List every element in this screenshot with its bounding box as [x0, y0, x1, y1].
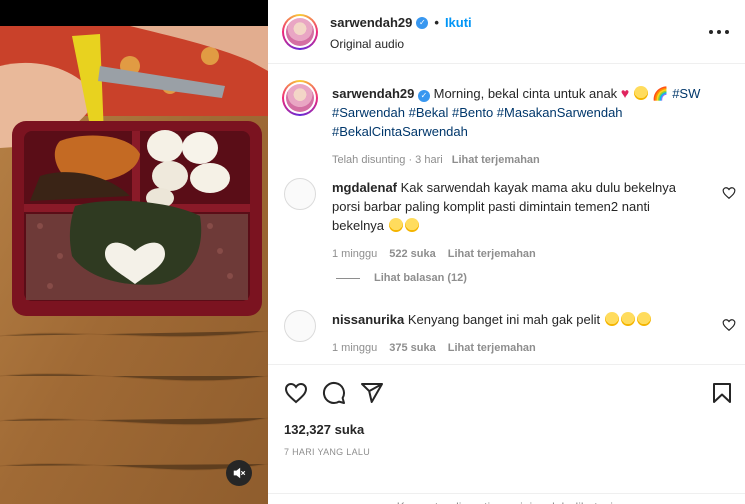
commenter-username[interactable]: mgdalenaf — [332, 180, 397, 195]
likes-count[interactable]: 132,327 suka — [284, 422, 364, 437]
caption-username[interactable]: sarwendah29 — [332, 86, 414, 101]
comment-likes[interactable]: 375 suka — [389, 339, 435, 358]
caption-body: sarwendah29 ✓ Morning, bekal cinta untuk… — [332, 84, 732, 170]
caption-meta: Telah disunting · 3 hari Lihat terjemaha… — [332, 151, 732, 170]
bento-photo — [0, 26, 268, 504]
post-media[interactable] — [0, 0, 268, 504]
edited-label: Telah disunting · 3 hari — [332, 154, 443, 166]
comment-meta: 1 minggu 522 suka Lihat terjemahan — [332, 245, 702, 264]
bookmark-icon[interactable] — [710, 381, 734, 405]
view-replies[interactable]: Lihat balasan (12) — [336, 272, 467, 284]
commenter-username[interactable]: nissanurika — [332, 312, 404, 327]
media-top-bar — [0, 0, 268, 26]
comment-icon[interactable] — [322, 381, 346, 405]
comment-translate-link[interactable]: Lihat terjemahan — [448, 339, 536, 358]
rainbow-emoji-icon: 🌈 — [652, 86, 669, 101]
rofl-emoji-icon — [604, 312, 619, 326]
comment-time[interactable]: 1 minggu — [332, 245, 377, 264]
comment-heart-icon[interactable] — [722, 318, 736, 332]
comment-meta: 1 minggu 375 suka Lihat terjemahan — [332, 339, 702, 358]
comment-translate-link[interactable]: Lihat terjemahan — [448, 245, 536, 264]
comment-body: mgdalenaf Kak sarwendah kayak mama aku d… — [332, 178, 702, 264]
comment-time[interactable]: 1 minggu — [332, 339, 377, 358]
caption-avatar[interactable] — [282, 80, 318, 116]
author-header-row: sarwendah29 ✓ • Ikuti — [330, 15, 472, 30]
share-icon[interactable] — [360, 381, 384, 405]
verified-badge-icon: ✓ — [416, 16, 429, 29]
muted-speaker-icon — [233, 467, 246, 479]
laughing-emoji-icon — [388, 218, 403, 232]
post-actions: 132,327 suka 7 HARI YANG LALU Komentar d… — [268, 364, 745, 504]
caption-text: Morning, bekal cinta untuk anak — [433, 86, 618, 101]
more-icon[interactable] — [709, 24, 729, 40]
laughing-emoji-icon — [404, 218, 419, 232]
comment-text: Kenyang banget ini mah gak pelit — [407, 312, 601, 327]
author-username[interactable]: sarwendah29 — [330, 15, 412, 30]
rofl-emoji-icon — [636, 312, 651, 326]
wink-emoji-icon — [633, 86, 648, 100]
commenter-avatar[interactable] — [284, 310, 316, 342]
author-avatar[interactable] — [282, 14, 318, 50]
replies-divider-line — [336, 277, 360, 279]
see-translation-link[interactable]: Lihat terjemahan — [452, 154, 540, 166]
commenter-avatar[interactable] — [284, 178, 316, 210]
comments-closed-notice: Komentar di postingan ini sudah dibatasi… — [268, 493, 745, 504]
heart-icon[interactable] — [284, 381, 308, 405]
post-header: sarwendah29 ✓ • Ikuti Original audio — [268, 0, 745, 64]
heart-emoji-icon: ♥ — [620, 85, 630, 101]
separator-dot: • — [434, 15, 439, 30]
view-replies-label[interactable]: Lihat balasan (12) — [374, 272, 467, 284]
posted-time[interactable]: 7 HARI YANG LALU — [284, 447, 370, 457]
follow-button[interactable]: Ikuti — [445, 15, 472, 30]
comment-likes[interactable]: 522 suka — [389, 245, 435, 264]
verified-badge-icon: ✓ — [418, 90, 430, 102]
comment-body: nissanurika Kenyang banget ini mah gak p… — [332, 310, 702, 358]
rofl-emoji-icon — [620, 312, 635, 326]
mute-button[interactable] — [226, 460, 252, 486]
audio-label[interactable]: Original audio — [330, 37, 404, 51]
comment-heart-icon[interactable] — [722, 186, 736, 200]
post-details-panel: sarwendah29 ✓ • Ikuti Original audio sar… — [268, 0, 745, 504]
